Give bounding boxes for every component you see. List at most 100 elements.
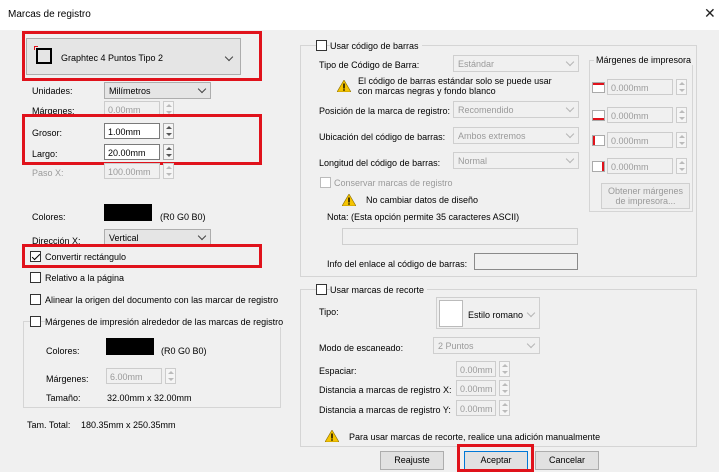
spin-up-icon[interactable] xyxy=(502,364,508,367)
info-input[interactable] xyxy=(474,253,578,270)
tamano-label: Tamaño: xyxy=(46,393,81,403)
spin-down-icon[interactable] xyxy=(166,173,172,176)
relativo-checkbox[interactable] xyxy=(30,272,41,283)
spin-up-icon[interactable] xyxy=(679,110,685,113)
close-icon[interactable]: ✕ xyxy=(704,5,716,22)
dist-x-stepper[interactable]: 0.00mm xyxy=(456,380,510,396)
margin-bottom-stepper[interactable]: 0.000mm xyxy=(607,107,687,123)
crop-tipo-select[interactable]: Estilo romano xyxy=(436,297,540,329)
tipo-barra-label: Tipo de Código de Barra: xyxy=(319,60,420,70)
unidades-value: Milímetros xyxy=(109,86,151,96)
convertir-highlight xyxy=(22,244,262,268)
spin-up-icon[interactable] xyxy=(679,82,685,85)
warning-icon xyxy=(325,430,339,442)
chevron-down-icon xyxy=(565,58,575,68)
preset-highlight xyxy=(22,31,262,81)
sub-color-swatch[interactable] xyxy=(106,338,154,355)
spin-up-icon[interactable] xyxy=(502,403,508,406)
barcode-label: Usar código de barras xyxy=(330,41,422,51)
dist-y-label: Distancia a marcas de registro Y: xyxy=(319,405,451,415)
ubicacion-label: Ubicación del código de barras: xyxy=(319,132,446,142)
chevron-down-icon xyxy=(197,232,207,242)
margin-top-stepper[interactable]: 0.000mm xyxy=(607,79,687,95)
crop-checkbox[interactable] xyxy=(316,284,327,295)
posicion-select[interactable]: Recomendido xyxy=(453,101,579,118)
margenes-impresion-checkbox[interactable] xyxy=(30,316,41,327)
spin-down-icon[interactable] xyxy=(168,378,174,381)
cancel-button[interactable]: Cancelar xyxy=(535,451,599,470)
spin-down-icon[interactable] xyxy=(679,168,685,171)
spin-up-icon[interactable] xyxy=(502,383,508,386)
spin-down-icon[interactable] xyxy=(502,390,508,393)
crop-tipo-label: Tipo: xyxy=(319,307,339,317)
ubicacion-select[interactable]: Ambos extremos xyxy=(453,127,579,144)
unidades-select[interactable]: Milímetros xyxy=(104,82,211,99)
color-swatch[interactable] xyxy=(104,204,152,221)
spin-down-icon[interactable] xyxy=(502,410,508,413)
conservar-checkbox[interactable] xyxy=(320,177,331,188)
colores-label: Colores: xyxy=(32,212,66,222)
margin-left-value: 0.000mm xyxy=(611,136,649,146)
direccion-value: Vertical xyxy=(109,233,139,243)
spin-down-icon[interactable] xyxy=(679,89,685,92)
chevron-down-icon xyxy=(565,130,575,140)
barcode-warning: El código de barras estándar solo se pue… xyxy=(358,76,552,96)
alinear-checkbox[interactable] xyxy=(30,294,41,305)
margin-top-icon xyxy=(592,82,605,93)
spin-up-icon[interactable] xyxy=(166,104,172,107)
chevron-down-icon xyxy=(565,155,575,165)
posicion-label: Posición de la marca de registro: xyxy=(319,106,451,116)
chevron-down-icon xyxy=(526,340,536,350)
pasox-stepper[interactable]: 100.00mm xyxy=(104,163,174,179)
relativo-label: Relativo a la página xyxy=(45,273,125,283)
dist-y-stepper[interactable]: 0.00mm xyxy=(456,400,510,416)
spin-up-icon[interactable] xyxy=(168,371,174,374)
espaciar-stepper[interactable]: 0.00mm xyxy=(456,361,510,377)
margin-right-stepper[interactable]: 0.000mm xyxy=(607,158,687,174)
spin-down-icon[interactable] xyxy=(502,371,508,374)
grosor-largo-highlight xyxy=(22,114,262,165)
margins-title: Márgenes de impresora xyxy=(594,55,694,65)
spin-up-icon[interactable] xyxy=(679,135,685,138)
nota-label: Nota: (Esta opción permite 35 caracteres… xyxy=(327,212,520,222)
spin-up-icon[interactable] xyxy=(679,161,685,164)
espaciar-label: Espaciar: xyxy=(319,366,357,376)
pasox-label: Paso X: xyxy=(32,168,64,178)
modo-select[interactable]: 2 Puntos xyxy=(433,337,540,354)
modo-label: Modo de escaneado: xyxy=(319,343,404,353)
sub-margenes-stepper[interactable]: 6.00mm xyxy=(106,368,176,384)
info-label: Info del enlace al código de barras: xyxy=(327,259,468,269)
margin-bottom-value: 0.000mm xyxy=(611,111,649,121)
warning-icon xyxy=(337,80,351,92)
spin-down-icon[interactable] xyxy=(679,142,685,145)
tamano-value: 32.00mm x 32.00mm xyxy=(107,393,192,403)
crop-note: Para usar marcas de recorte, realice una… xyxy=(349,432,601,442)
spin-down-icon[interactable] xyxy=(679,117,685,120)
total-value: 180.35mm x 250.35mm xyxy=(81,420,176,430)
reset-button[interactable]: Reajuste xyxy=(380,451,444,470)
dist-y-value: 0.00mm xyxy=(460,404,493,414)
longitud-select[interactable]: Normal xyxy=(453,152,579,169)
dist-x-value: 0.00mm xyxy=(460,384,493,394)
obtain-margins-button[interactable]: Obtener márgenes de impresora... xyxy=(601,183,690,209)
margin-left-stepper[interactable]: 0.000mm xyxy=(607,132,687,148)
alinear-label: Alinear la origen del documento con las … xyxy=(45,295,279,305)
chevron-down-icon xyxy=(526,309,536,319)
modo-value: 2 Puntos xyxy=(438,341,474,351)
espaciar-value: 0.00mm xyxy=(460,365,493,375)
tipo-barra-value: Estándar xyxy=(458,59,495,69)
barcode-text-input[interactable] xyxy=(342,228,578,245)
sub-colores-value: (R0 G0 B0) xyxy=(161,346,207,356)
margenes-impresion-label: Márgenes de impresión alrededor de las m… xyxy=(45,317,287,327)
conservar-label: Conservar marcas de registro xyxy=(334,178,453,188)
crop-tipo-value: Estilo romano xyxy=(468,310,524,320)
crop-label: Usar marcas de recorte xyxy=(330,285,428,295)
margin-left-icon xyxy=(592,135,605,146)
crop-style-preview-icon xyxy=(439,300,463,327)
tipo-barra-select[interactable]: Estándar xyxy=(453,55,579,72)
sub-colores-label: Colores: xyxy=(46,346,80,356)
dist-x-label: Distancia a marcas de registro X: xyxy=(319,385,452,395)
barcode-checkbox[interactable] xyxy=(316,40,327,51)
pasox-value: 100.00mm xyxy=(108,167,151,177)
spin-up-icon[interactable] xyxy=(166,166,172,169)
